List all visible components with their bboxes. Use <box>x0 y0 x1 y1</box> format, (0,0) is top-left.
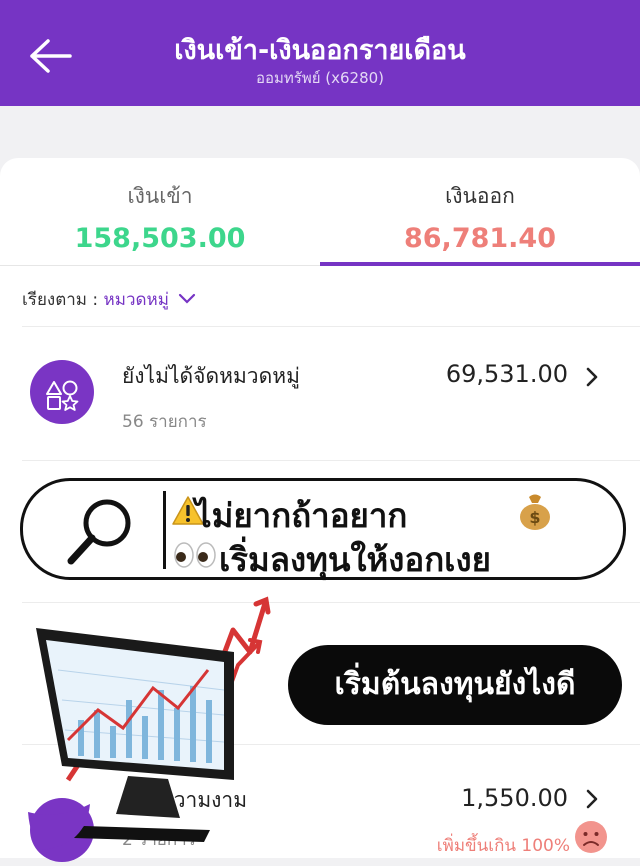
category-shapes-icon <box>30 360 94 424</box>
tab-income[interactable]: เงินเข้า 158,503.00 <box>0 158 320 266</box>
eyes-icon <box>174 542 216 568</box>
sort-row: เรียงตาม : หมวดหมู่ <box>22 286 196 313</box>
sort-label: เรียงตาม : <box>22 290 104 310</box>
page-title: เงินเข้า-เงินออกรายเดือน <box>174 35 466 66</box>
income-amount: 158,503.00 <box>74 223 246 254</box>
category-title: ยังไม่ได้จัดหมวดหมู่ <box>122 364 300 388</box>
banner-subheadline: เริ่มลงทุนให้งอกเงย <box>219 540 491 579</box>
increase-warning: เพิ่มขึ้นเกิน 100% <box>436 836 570 856</box>
transaction-count: 56 รายการ <box>122 412 207 432</box>
divider <box>22 326 640 327</box>
sad-face-icon <box>575 821 607 853</box>
app-header: เงินเข้า-เงินออกรายเดือน ออมทรัพย์ (x628… <box>0 0 640 106</box>
tab-expense[interactable]: เงินออก 86,781.40 <box>320 158 640 266</box>
divider <box>22 460 640 461</box>
tab-expense-label: เงินออก <box>445 184 515 208</box>
svg-text:$: $ <box>529 508 540 527</box>
tab-income-label: เงินเข้า <box>127 184 193 208</box>
stock-monitor-illustration <box>28 596 271 850</box>
chevron-right-icon <box>586 789 598 809</box>
invest-pill-label: เริ่มต้นลงทุนยังไงดี <box>288 645 622 725</box>
chevron-down-icon[interactable] <box>178 293 196 305</box>
expense-amount: 86,781.40 <box>403 223 557 254</box>
promo-banner: ไม่ยากถ้าอยาก $ เริ่มลงทุนให้งอกเงย <box>20 478 626 580</box>
account-subtitle: ออมทรัพย์ (x6280) <box>255 69 385 87</box>
sort-dropdown[interactable]: หมวดหมู่ <box>104 290 169 310</box>
chevron-right-icon <box>586 367 598 387</box>
category-amount: 1,550.00 <box>461 784 568 812</box>
money-bag-icon: $ <box>520 494 550 530</box>
banner-divider <box>163 491 166 569</box>
category-row-uncategorized[interactable]: ยังไม่ได้จัดหมวดหมู่ 56 รายการ 69,531.00 <box>0 330 640 438</box>
magnifier-icon <box>67 499 131 565</box>
category-amount: 69,531.00 <box>445 360 568 388</box>
active-tab-indicator <box>320 262 640 266</box>
